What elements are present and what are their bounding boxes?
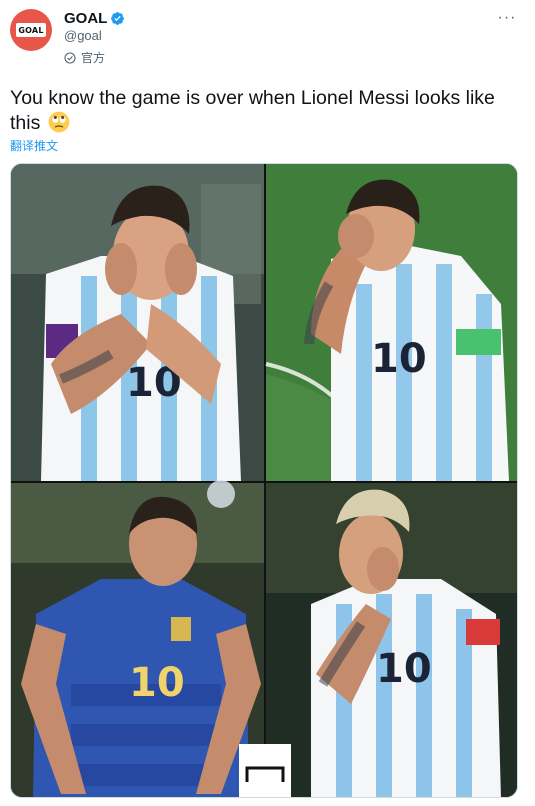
display-name[interactable]: GOAL bbox=[64, 10, 107, 27]
photo-panel-2: 10 bbox=[265, 164, 517, 481]
goal-logo: GOAL bbox=[16, 23, 46, 37]
official-text: 官方 bbox=[81, 51, 106, 65]
avatar[interactable]: GOAL bbox=[10, 9, 52, 51]
face-with-rolling-eyes-icon bbox=[48, 111, 70, 133]
tweet-body: You know the game is over when Lionel Me… bbox=[10, 87, 495, 134]
photo-panel-3: 10 bbox=[11, 480, 264, 797]
photo-panel-1: 10 bbox=[11, 164, 264, 481]
official-label: 官方 bbox=[64, 49, 105, 66]
messi-collage: 10 10 10 10 bbox=[11, 164, 517, 797]
svg-text:10: 10 bbox=[376, 646, 432, 692]
tweet-text: You know the game is over when Lionel Me… bbox=[10, 86, 525, 136]
tweet-media-image[interactable]: 10 10 10 10 bbox=[10, 163, 518, 798]
svg-text:10: 10 bbox=[129, 660, 185, 706]
photo-panel-4: 10 bbox=[266, 483, 517, 797]
goal-watermark-icon bbox=[239, 744, 291, 797]
check-circle-icon bbox=[64, 51, 76, 64]
author-name-row[interactable]: GOAL bbox=[64, 10, 125, 27]
author-handle[interactable]: @goal bbox=[64, 28, 102, 43]
translate-link[interactable]: 翻译推文 bbox=[10, 137, 58, 154]
more-options-icon[interactable]: ··· bbox=[497, 8, 517, 28]
verified-badge-icon bbox=[111, 12, 125, 25]
svg-text:10: 10 bbox=[371, 336, 427, 382]
